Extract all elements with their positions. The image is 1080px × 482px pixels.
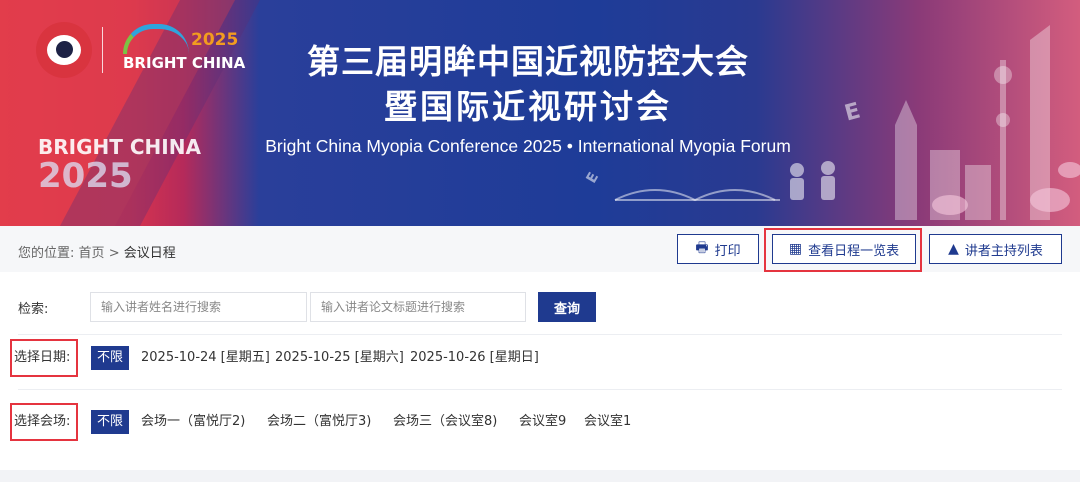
breadcrumb-current: 会议日程 bbox=[123, 246, 176, 261]
date-option-1024[interactable]: 2025-10-24 [星期五] bbox=[141, 346, 270, 370]
view-schedule-label: 查看日程一览表 bbox=[808, 243, 900, 259]
bright-china-logo: 2025 BRIGHT CHINA bbox=[119, 22, 245, 78]
date-filter-label: 选择日期: bbox=[14, 350, 71, 365]
banner-title: 第三届明眸中国近视防控大会 暨国际近视研讨会 bbox=[248, 38, 808, 128]
venue-filter-row: 选择会场: 不限 会场一（富悦厅2) 会场二（富悦厅3) 会场三（会议室8) 会… bbox=[0, 407, 1080, 437]
side-brand-line2: 2025 bbox=[38, 156, 133, 196]
schedule-panel: 您的位置: 首页 > 会议日程 🖶 打印 ▦ 查看日程一览表 ▲ 讲者主持列表 … bbox=[0, 226, 1080, 470]
logo-name: BRIGHT CHINA bbox=[123, 54, 246, 72]
speakers-list-label: 讲者主持列表 bbox=[964, 243, 1043, 259]
breadcrumb-bar: 您的位置: 首页 > 会议日程 🖶 打印 ▦ 查看日程一览表 ▲ 讲者主持列表 bbox=[0, 226, 1080, 272]
breadcrumb-separator: > bbox=[108, 246, 120, 261]
divider bbox=[18, 334, 1062, 335]
date-option-1026[interactable]: 2025-10-26 [星期日] bbox=[410, 346, 539, 370]
logo-wing-icon bbox=[123, 24, 189, 54]
eye-logo-icon bbox=[36, 22, 92, 78]
conference-logo: 2025 BRIGHT CHINA bbox=[36, 22, 245, 78]
divider bbox=[18, 389, 1062, 390]
breadcrumb-home-link[interactable]: 首页 bbox=[79, 246, 105, 261]
breadcrumb-prefix: 您的位置: bbox=[18, 246, 75, 261]
banner-title-line1: 第三届明眸中国近视防控大会 bbox=[307, 42, 749, 81]
speakers-list-button[interactable]: ▲ 讲者主持列表 bbox=[929, 234, 1062, 264]
venue-option-hall1[interactable]: 会场一（富悦厅2) bbox=[141, 410, 245, 434]
date-filter-row: 选择日期: 不限 2025-10-24 [星期五] 2025-10-25 [星期… bbox=[0, 343, 1080, 373]
venue-option-any[interactable]: 不限 bbox=[91, 410, 130, 434]
venue-option-hall3[interactable]: 会场三（会议室8) bbox=[393, 410, 497, 434]
page-bottom bbox=[0, 470, 1080, 482]
view-schedule-button[interactable]: ▦ 查看日程一览表 bbox=[772, 234, 916, 264]
breadcrumb: 您的位置: 首页 > 会议日程 bbox=[18, 242, 176, 261]
search-button[interactable]: 查询 bbox=[538, 292, 596, 322]
logo-year: 2025 bbox=[191, 30, 239, 50]
venue-option-room1[interactable]: 会议室1 bbox=[584, 410, 631, 434]
printer-icon: 🖶 bbox=[695, 240, 709, 256]
date-option-1025[interactable]: 2025-10-25 [星期六] bbox=[275, 346, 404, 370]
podium-icon: ▲ bbox=[948, 241, 959, 257]
logo-divider bbox=[102, 27, 103, 73]
calendar-icon: ▦ bbox=[788, 241, 803, 257]
venue-option-hall2[interactable]: 会场二（富悦厅3) bbox=[267, 410, 371, 434]
venue-option-room9[interactable]: 会议室9 bbox=[519, 410, 566, 434]
print-button[interactable]: 🖶 打印 bbox=[677, 234, 759, 264]
venue-filter-label: 选择会场: bbox=[14, 414, 71, 429]
banner-subtitle: Bright China Myopia Conference 2025 • In… bbox=[265, 136, 791, 156]
conference-banner: 2025 BRIGHT CHINA BRIGHT CHINA 2025 第三届明… bbox=[0, 0, 1080, 226]
side-brand-text: BRIGHT CHINA 2025 bbox=[38, 135, 201, 193]
paper-search-input[interactable] bbox=[310, 292, 526, 322]
speaker-search-input[interactable] bbox=[90, 292, 307, 322]
search-label: 检索: bbox=[18, 302, 49, 317]
banner-title-line2: 暨国际近视研讨会 bbox=[384, 87, 672, 126]
date-option-any[interactable]: 不限 bbox=[91, 346, 130, 370]
print-button-label: 打印 bbox=[714, 243, 741, 259]
